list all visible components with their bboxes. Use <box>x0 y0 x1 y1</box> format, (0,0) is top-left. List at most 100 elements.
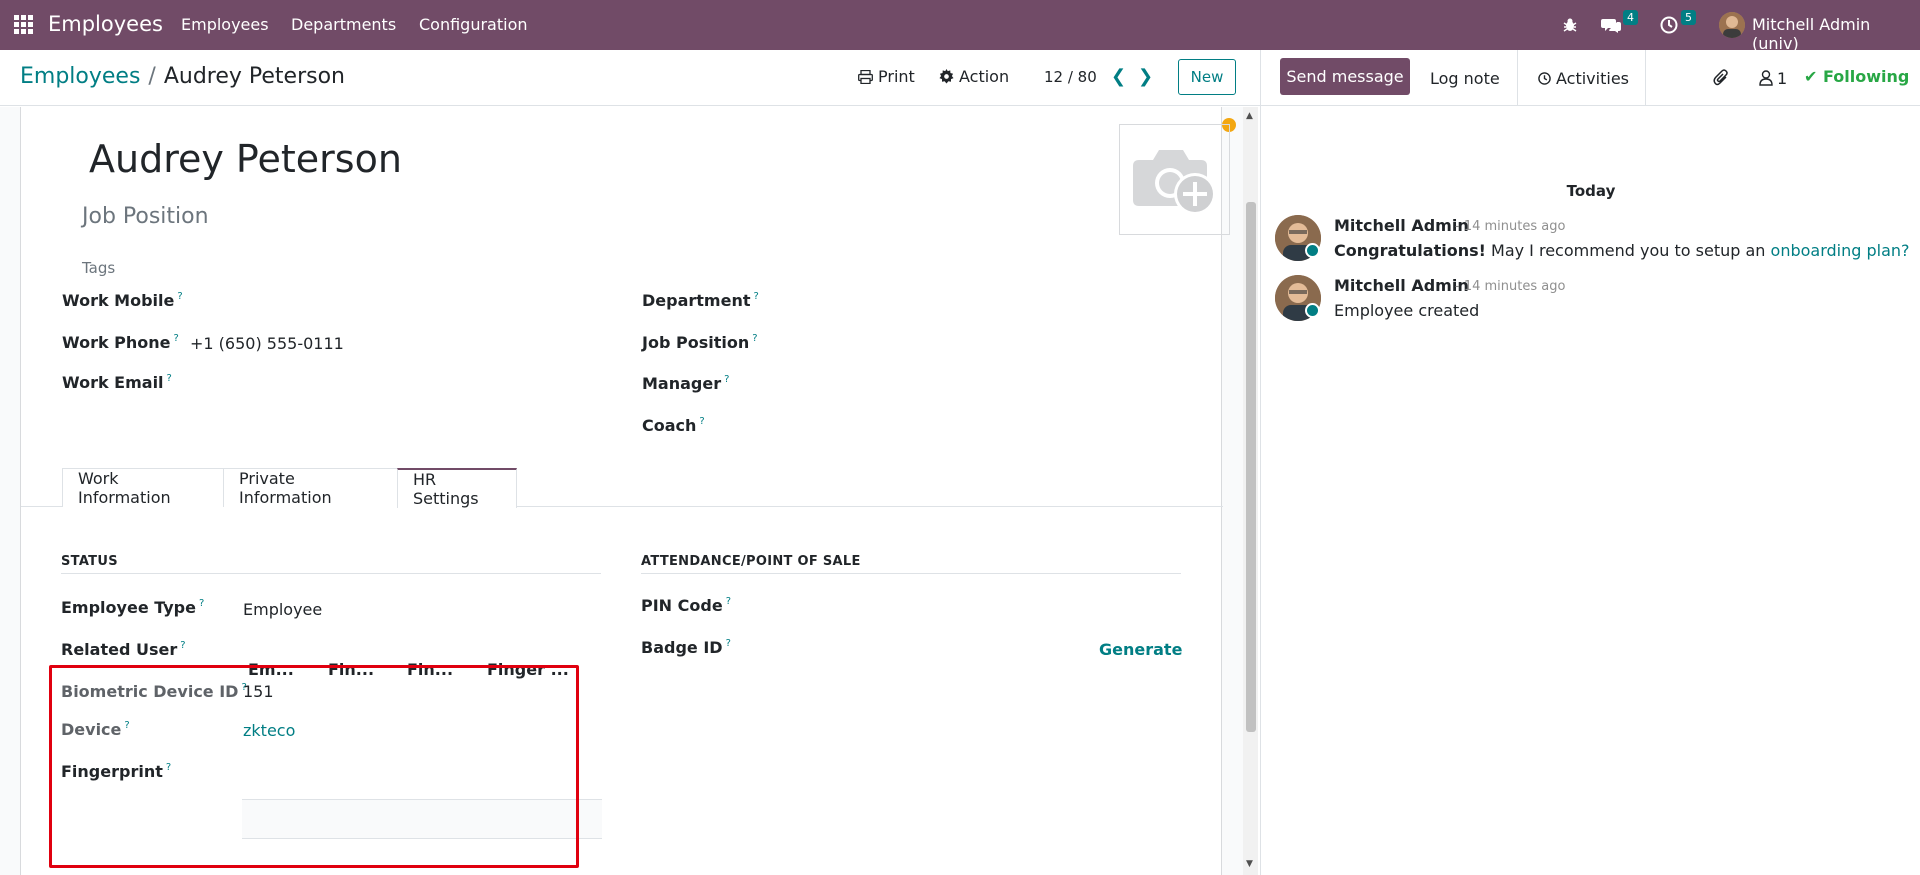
top-navbar: Employees Employees Departments Configur… <box>0 0 1920 53</box>
fingerprint-col-fin1[interactable]: Fin... <box>328 660 374 679</box>
form-sheet: Audrey Peterson Job Position Tags Work M… <box>20 107 1236 875</box>
pager-previous-icon[interactable]: ❮ <box>1111 66 1126 87</box>
print-icon <box>858 69 873 84</box>
menu-departments[interactable]: Departments <box>291 15 396 34</box>
message-author[interactable]: Mitchell Admin <box>1334 276 1469 295</box>
biometric-device-id-field[interactable]: 151 <box>243 682 274 701</box>
online-status-dot <box>1305 303 1320 318</box>
chatter-divider <box>1645 50 1646 106</box>
scroll-up-icon[interactable]: ▲ <box>1246 111 1253 121</box>
following-label: Following <box>1822 67 1910 86</box>
user-name[interactable]: Mitchell Admin (univ) <box>1752 15 1920 53</box>
tab-work-information[interactable]: Work Information <box>62 468 224 507</box>
person-icon <box>1759 70 1773 86</box>
attendance-section-divider <box>641 573 1181 574</box>
badge-id-label: Badge ID? <box>641 638 731 657</box>
work-email-label: Work Email? <box>62 373 172 392</box>
check-icon: ✔ <box>1804 67 1818 86</box>
work-mobile-label: Work Mobile? <box>62 291 183 310</box>
scroll-down-icon[interactable]: ▼ <box>1246 859 1253 869</box>
tab-hr-settings[interactable]: HR Settings <box>397 468 517 508</box>
manager-label: Manager? <box>642 374 730 393</box>
fingerprint-label: Fingerprint? <box>61 762 172 781</box>
help-icon[interactable]: ? <box>180 640 185 651</box>
help-icon[interactable]: ? <box>124 720 129 731</box>
work-phone-field[interactable]: +1 (650) 555-0111 <box>190 334 344 353</box>
bug-icon[interactable] <box>1562 0 1578 50</box>
log-note-button[interactable]: Log note <box>1430 50 1500 106</box>
new-button[interactable]: New <box>1178 59 1236 95</box>
action-button[interactable]: Action <box>939 67 1009 86</box>
app-grid-icon[interactable] <box>14 15 33 34</box>
help-icon[interactable]: ? <box>726 638 731 649</box>
activities-button[interactable]: Activities <box>1538 50 1629 106</box>
employee-name-field[interactable]: Audrey Peterson <box>89 137 402 181</box>
fingerprint-table-empty-row[interactable] <box>242 799 602 839</box>
print-label: Print <box>878 67 915 86</box>
employee-type-field[interactable]: Employee <box>243 600 322 619</box>
fingerprint-col-employee[interactable]: Em... <box>248 660 294 679</box>
biometric-device-id-label: Biometric Device ID? <box>61 682 247 701</box>
message-time: - 14 minutes ago <box>1455 279 1566 294</box>
help-icon[interactable]: ? <box>174 333 179 344</box>
department-label: Department? <box>642 291 759 310</box>
scrollbar-thumb[interactable] <box>1246 202 1256 732</box>
breadcrumb-separator: / <box>148 64 156 89</box>
app-brand[interactable]: Employees <box>48 12 163 36</box>
menu-employees[interactable]: Employees <box>181 15 269 34</box>
tags-field[interactable]: Tags <box>82 259 115 277</box>
followers-count: 1 <box>1777 68 1788 88</box>
online-status-dot <box>1305 243 1320 258</box>
control-panel: Employees / Audrey Peterson Print Action 1… <box>0 50 1260 106</box>
camera-plus-icon <box>1132 149 1216 215</box>
message-author[interactable]: Mitchell Admin <box>1334 216 1469 235</box>
messages-badge: 4 <box>1623 10 1638 25</box>
breadcrumb-employees[interactable]: Employees <box>20 64 140 89</box>
breadcrumb: Employees / Audrey Peterson <box>20 64 345 89</box>
breadcrumb-current: Audrey Peterson <box>163 64 345 89</box>
job-position-title-field[interactable]: Job Position <box>82 204 209 229</box>
onboarding-plan-link[interactable]: onboarding plan? <box>1771 241 1910 260</box>
following-button[interactable]: ✔ Following <box>1804 67 1909 86</box>
message-body: Congratulations! May I recommend you to … <box>1334 241 1910 260</box>
chatter-panel: Send message Log note Activities 1 ✔ Fol… <box>1260 50 1920 875</box>
form-scrollbar[interactable]: ▲ ▼ <box>1243 107 1258 875</box>
status-section-title: STATUS <box>61 554 118 569</box>
help-icon[interactable]: ? <box>699 416 704 427</box>
help-icon[interactable]: ? <box>752 333 757 344</box>
device-label: Device? <box>61 720 130 739</box>
attendance-section-title: ATTENDANCE/POINT OF SALE <box>641 554 861 569</box>
help-icon[interactable]: ? <box>726 596 731 607</box>
followers-button[interactable]: 1 <box>1759 50 1787 106</box>
job-position-label: Job Position? <box>642 333 758 352</box>
generate-badge-link[interactable]: Generate <box>1099 640 1182 659</box>
fingerprint-col-finger[interactable]: Finger ... <box>487 660 569 679</box>
help-icon[interactable]: ? <box>177 291 182 302</box>
print-button[interactable]: Print <box>858 67 915 86</box>
date-separator: Today <box>1566 182 1616 200</box>
employee-photo-upload[interactable] <box>1119 124 1230 235</box>
help-icon[interactable]: ? <box>166 762 171 773</box>
user-avatar[interactable] <box>1719 0 1745 50</box>
action-label: Action <box>959 67 1010 86</box>
gear-icon <box>939 69 954 84</box>
activities-label: Activities <box>1556 68 1629 88</box>
help-icon[interactable]: ? <box>167 373 172 384</box>
messages-icon[interactable] <box>1601 0 1621 50</box>
help-icon[interactable]: ? <box>199 598 204 609</box>
tab-private-information[interactable]: Private Information <box>223 468 398 507</box>
send-message-button[interactable]: Send message <box>1280 58 1410 95</box>
attachment-paperclip-icon[interactable] <box>1713 50 1729 106</box>
help-icon[interactable]: ? <box>724 374 729 385</box>
pager-value[interactable]: 12 / 80 <box>1044 68 1097 86</box>
message-body: Employee created <box>1334 301 1480 320</box>
activities-clock-icon[interactable] <box>1660 0 1678 50</box>
help-icon[interactable]: ? <box>753 291 758 302</box>
chatter-divider <box>1517 50 1518 106</box>
pager-next-icon[interactable]: ❯ <box>1138 66 1153 87</box>
fingerprint-col-fin2[interactable]: Fin... <box>407 660 453 679</box>
activities-badge: 5 <box>1681 10 1696 25</box>
pin-code-label: PIN Code? <box>641 596 731 615</box>
menu-configuration[interactable]: Configuration <box>419 15 528 34</box>
device-field-link[interactable]: zkteco <box>243 721 295 740</box>
